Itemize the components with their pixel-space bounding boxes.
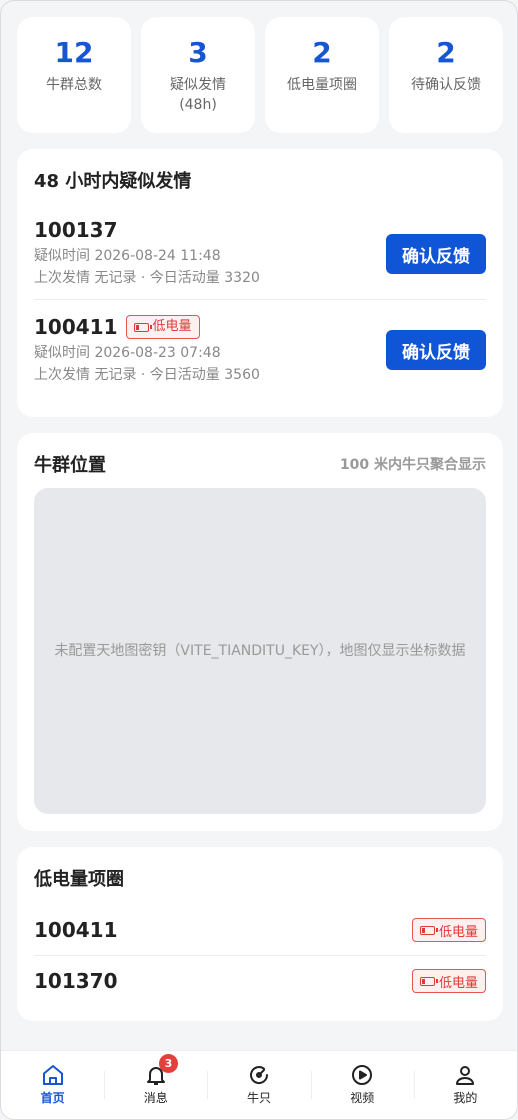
confirm-feedback-button[interactable]: 确认反馈 <box>386 330 486 370</box>
stat-label: 待确认反馈 <box>411 77 481 93</box>
stats-row: 12 牛群总数 3 疑似发情 (48h) 2 低电量项圈 2 待确认反馈 <box>17 17 503 133</box>
stat-label: 牛群总数 <box>46 77 102 93</box>
estrus-item: 100411 低电量 疑似时间 2026-08-23 07:48 上次发情 无记… <box>34 299 486 398</box>
home-icon <box>42 1065 63 1085</box>
map-header: 牛群位置 100 米内牛只聚合显示 <box>34 453 486 476</box>
stat-value: 2 <box>312 36 332 69</box>
low-battery-item[interactable]: 101370 低电量 <box>34 955 486 1006</box>
stat-low-battery[interactable]: 2 低电量项圈 <box>265 17 379 133</box>
map-placeholder[interactable]: 未配置天地图密钥（VITE_TIANDITU_KEY），地图仅显示坐标数据 <box>34 488 486 814</box>
stat-label: 疑似发情 (48h) <box>170 77 226 113</box>
low-battery-title: 低电量项圈 <box>34 869 124 890</box>
stat-value: 3 <box>188 36 208 69</box>
cow-id: 100411 <box>34 315 118 339</box>
app-frame: 12 牛群总数 3 疑似发情 (48h) 2 低电量项圈 2 待确认反馈 48 … <box>0 0 518 1120</box>
estrus-card-title: 48 小时内疑似发情 <box>34 171 192 192</box>
map-cluster-hint: 100 米内牛只聚合显示 <box>339 457 486 473</box>
low-battery-label: 低电量 <box>438 924 478 940</box>
collar-id: 101370 <box>34 969 118 993</box>
stat-value: 12 <box>54 36 94 69</box>
estrus-item: 100137 疑似时间 2026-08-24 11:48 上次发情 无记录 · … <box>34 217 486 299</box>
low-battery-label: 低电量 <box>438 975 478 991</box>
gauge-icon <box>250 1066 269 1084</box>
stat-suspected-estrus[interactable]: 3 疑似发情 (48h) <box>141 17 255 133</box>
collar-id: 100411 <box>34 918 118 942</box>
user-icon <box>456 1066 475 1085</box>
unread-badge: 3 <box>158 1054 178 1073</box>
battery-icon <box>133 322 152 332</box>
low-battery-badge: 低电量 <box>125 315 200 339</box>
stat-value: 2 <box>436 36 456 69</box>
map-placeholder-text: 未配置天地图密钥（VITE_TIANDITU_KEY），地图仅显示坐标数据 <box>54 643 466 659</box>
tab-cattle[interactable]: 牛只 <box>207 1051 310 1119</box>
low-battery-badge: 低电量 <box>411 918 486 942</box>
tab-label: 我的 <box>453 1091 478 1105</box>
battery-icon <box>419 976 438 986</box>
tab-label: 消息 <box>143 1091 168 1105</box>
bottom-tab-bar: 首页 3 消息 牛只 视频 我的 <box>1 1050 517 1119</box>
low-battery-badge: 低电量 <box>411 969 486 993</box>
low-battery-label: 低电量 <box>152 319 192 334</box>
battery-icon <box>419 925 438 935</box>
tab-home[interactable]: 首页 <box>1 1051 104 1119</box>
tab-video[interactable]: 视频 <box>310 1051 414 1119</box>
stat-herd-total[interactable]: 12 牛群总数 <box>17 17 131 133</box>
herd-location-card: 牛群位置 100 米内牛只聚合显示 未配置天地图密钥（VITE_TIANDITU… <box>17 433 503 831</box>
confirm-feedback-button[interactable]: 确认反馈 <box>386 234 486 274</box>
tab-label: 视频 <box>350 1091 375 1105</box>
tab-label: 首页 <box>40 1091 65 1105</box>
play-icon <box>352 1065 373 1085</box>
low-battery-item[interactable]: 100411 低电量 <box>34 905 486 955</box>
map-title: 牛群位置 <box>34 455 106 476</box>
tab-profile[interactable]: 我的 <box>413 1051 517 1119</box>
stat-label: 低电量项圈 <box>287 77 357 93</box>
estrus-card: 48 小时内疑似发情 100137 疑似时间 2026-08-24 11:48 … <box>17 149 503 417</box>
stat-pending-feedback[interactable]: 2 待确认反馈 <box>389 17 503 133</box>
tab-label: 牛只 <box>247 1091 272 1105</box>
low-battery-card: 低电量项圈 100411 低电量 101370 低电量 <box>17 847 503 1021</box>
tab-messages[interactable]: 3 消息 <box>104 1051 207 1119</box>
